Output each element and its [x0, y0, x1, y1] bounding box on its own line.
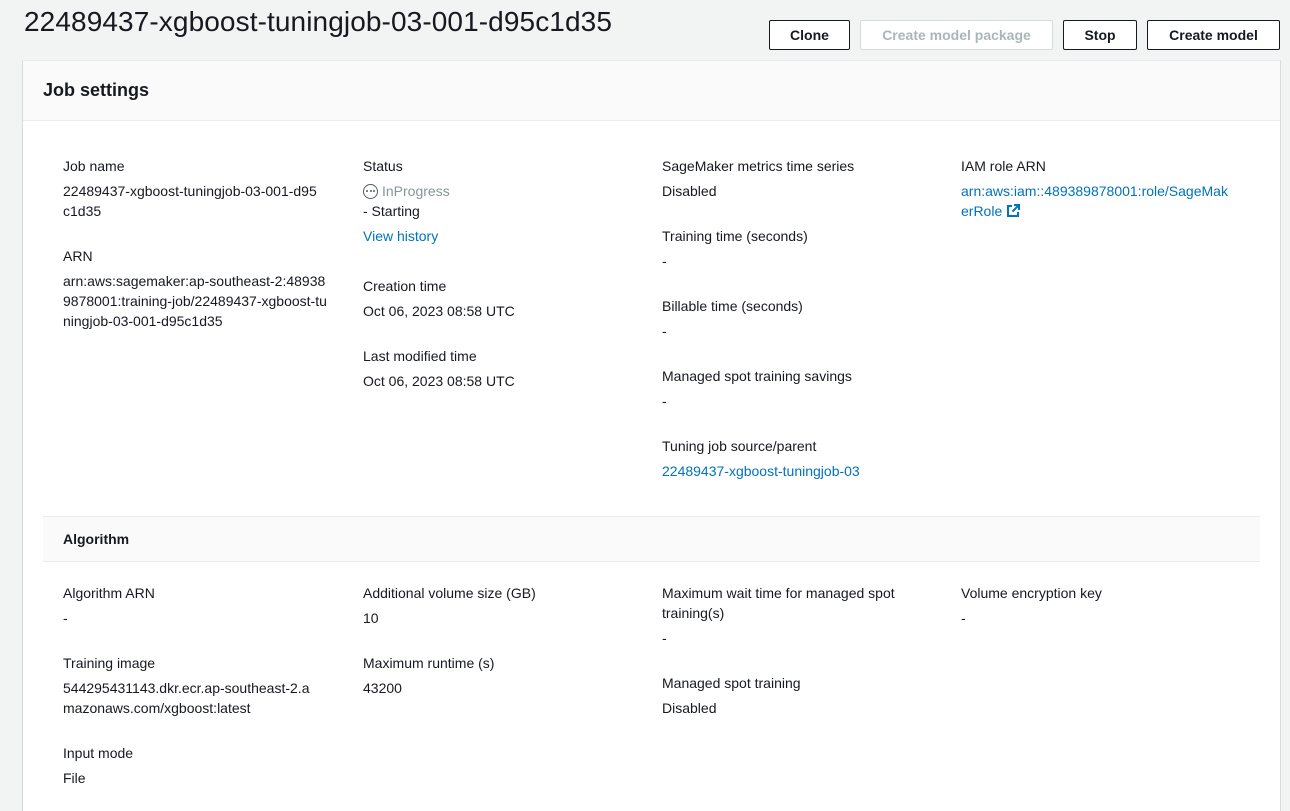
iam-role-link[interactable]: arn:aws:iam::489389878001:role/SageMaker… — [961, 183, 1228, 219]
spot-savings-field: Managed spot training savings - — [662, 366, 937, 411]
managed-spot-value: Disabled — [662, 700, 717, 716]
create-model-button[interactable]: Create model — [1147, 20, 1280, 50]
input-mode-value: File — [63, 770, 86, 786]
last-modified-value: Oct 06, 2023 08:58 UTC — [363, 373, 515, 389]
algorithm-arn-label: Algorithm ARN — [63, 585, 155, 601]
in-progress-icon — [363, 183, 378, 199]
volume-key-value: - — [961, 610, 966, 626]
metrics-label: SageMaker metrics time series — [662, 158, 855, 174]
billable-time-value: - — [662, 323, 667, 339]
job-settings-header: Job settings — [23, 61, 1280, 121]
creation-time-label: Creation time — [363, 278, 447, 294]
job-name-label: Job name — [63, 158, 125, 174]
clone-button[interactable]: Clone — [769, 20, 850, 50]
iam-role-label: IAM role ARN — [961, 158, 1046, 174]
metrics-field: SageMaker metrics time series Disabled — [662, 156, 937, 201]
external-link-icon[interactable] — [1006, 204, 1021, 218]
status-field: Status InProgress - Starting View histor… — [363, 156, 638, 246]
volume-key-field: Volume encryption key - — [961, 583, 1236, 628]
status-detail: - Starting — [363, 203, 420, 219]
arn-value: arn:aws:sagemaker:ap-southeast-2:4893898… — [63, 273, 327, 329]
iam-role-link-wrap: arn:aws:iam::489389878001:role/SageMaker… — [961, 181, 1231, 221]
volume-size-label: Additional volume size (GB) — [363, 585, 536, 601]
last-modified-label: Last modified time — [363, 348, 477, 364]
status-indicator: InProgress — [363, 181, 638, 201]
algorithm-section-header: Algorithm — [43, 516, 1260, 562]
max-wait-field: Maximum wait time for managed spot train… — [662, 583, 937, 648]
managed-spot-field: Managed spot training Disabled — [662, 673, 937, 718]
header-actions: Clone Create model package Stop Create m… — [769, 20, 1280, 50]
volume-size-field: Additional volume size (GB) 10 — [363, 583, 638, 628]
billable-time-field: Billable time (seconds) - — [662, 296, 937, 341]
max-runtime-value: 43200 — [363, 680, 402, 696]
volume-key-label: Volume encryption key — [961, 585, 1102, 601]
tuning-source-field: Tuning job source/parent 22489437-xgboos… — [662, 436, 937, 481]
input-mode-field: Input mode File — [63, 743, 338, 788]
last-modified-field: Last modified time Oct 06, 2023 08:58 UT… — [363, 346, 638, 391]
volume-size-value: 10 — [363, 610, 379, 626]
tuning-source-link[interactable]: 22489437-xgboost-tuningjob-03 — [662, 461, 937, 481]
iam-role-field: IAM role ARN arn:aws:iam::489389878001:r… — [961, 156, 1236, 221]
arn-field: ARN arn:aws:sagemaker:ap-southeast-2:489… — [63, 246, 338, 331]
training-time-label: Training time (seconds) — [662, 228, 808, 244]
training-image-field: Training image 544295431143.dkr.ecr.ap-s… — [63, 653, 338, 718]
max-runtime-field: Maximum runtime (s) 43200 — [363, 653, 638, 698]
spot-savings-value: - — [662, 393, 667, 409]
arn-label: ARN — [63, 248, 93, 264]
training-time-value: - — [662, 253, 667, 269]
creation-time-value: Oct 06, 2023 08:58 UTC — [363, 303, 515, 319]
metrics-value: Disabled — [662, 183, 717, 199]
managed-spot-label: Managed spot training — [662, 675, 801, 691]
creation-time-field: Creation time Oct 06, 2023 08:58 UTC — [363, 276, 638, 321]
create-model-package-button[interactable]: Create model package — [860, 20, 1053, 50]
training-time-field: Training time (seconds) - — [662, 226, 937, 271]
training-image-value: 544295431143.dkr.ecr.ap-southeast-2.amaz… — [63, 680, 310, 716]
page: 22489437-xgboost-tuningjob-03-001-d95c1d… — [0, 0, 1290, 811]
max-wait-label: Maximum wait time for managed spot train… — [662, 585, 895, 621]
spot-savings-label: Managed spot training savings — [662, 368, 852, 384]
input-mode-label: Input mode — [63, 745, 134, 761]
status-state: InProgress — [382, 183, 450, 199]
job-name-field: Job name 22489437-xgboost-tuningjob-03-0… — [63, 156, 338, 221]
page-title: 22489437-xgboost-tuningjob-03-001-d95c1d… — [24, 6, 612, 37]
max-wait-value: - — [662, 630, 667, 646]
algorithm-arn-field: Algorithm ARN - — [63, 583, 338, 628]
job-settings-title: Job settings — [43, 80, 150, 100]
training-image-label: Training image — [63, 655, 156, 671]
tuning-source-label: Tuning job source/parent — [662, 438, 817, 454]
algorithm-arn-value: - — [63, 610, 68, 626]
view-history-link[interactable]: View history — [363, 226, 638, 246]
job-settings-panel: Job settings Job name 22489437-xgboost-t… — [22, 60, 1281, 811]
algorithm-title: Algorithm — [63, 531, 130, 547]
status-label: Status — [363, 158, 403, 174]
stop-button[interactable]: Stop — [1063, 20, 1137, 50]
max-runtime-label: Maximum runtime (s) — [363, 655, 495, 671]
billable-time-label: Billable time (seconds) — [662, 298, 803, 314]
job-name-value: 22489437-xgboost-tuningjob-03-001-d95c1d… — [63, 183, 317, 219]
